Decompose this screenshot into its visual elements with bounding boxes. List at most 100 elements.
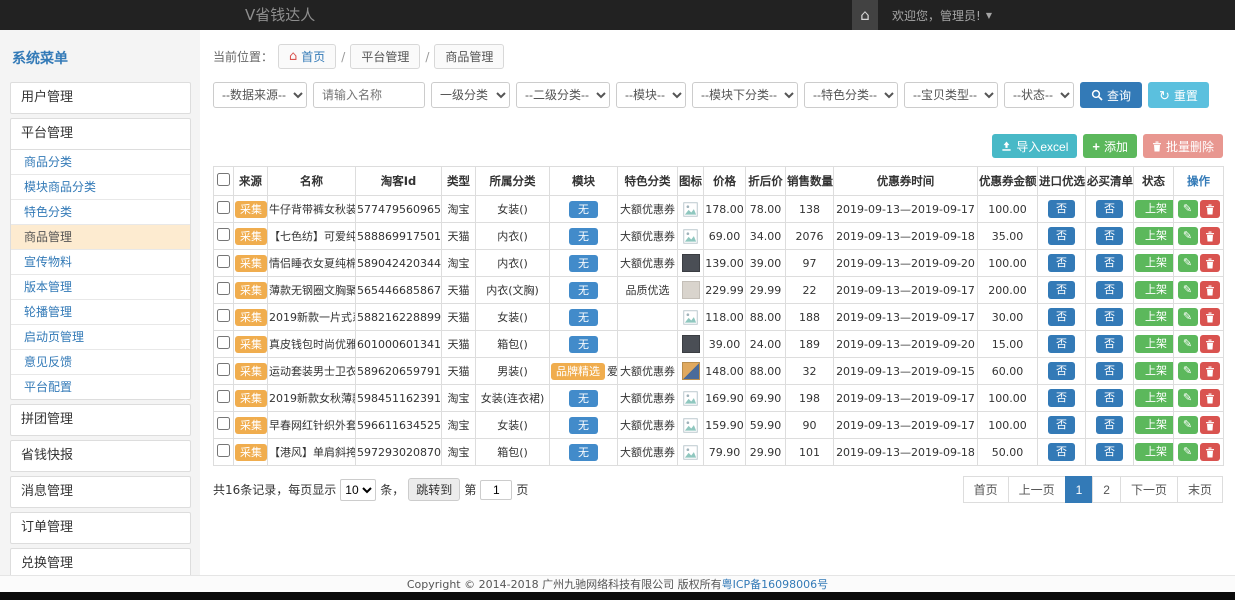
edit-button[interactable]: ✎ — [1178, 443, 1198, 461]
delete-button[interactable] — [1200, 281, 1220, 299]
edit-button[interactable]: ✎ — [1178, 362, 1198, 380]
must-buy-toggle-button[interactable]: 否 — [1096, 227, 1123, 245]
status-button[interactable]: 上架 — [1135, 281, 1174, 299]
delete-button[interactable] — [1200, 443, 1220, 461]
import-excel-button[interactable]: 导入excel — [992, 134, 1077, 158]
module-select[interactable]: --模块-- — [616, 82, 686, 108]
pager-button[interactable]: 下一页 — [1120, 476, 1178, 503]
edit-button[interactable]: ✎ — [1178, 200, 1198, 218]
must-buy-toggle-button[interactable]: 否 — [1096, 335, 1123, 353]
sidebar-item[interactable]: 消息管理 — [11, 477, 190, 507]
sidebar-item[interactable]: 拼团管理 — [11, 405, 190, 435]
must-buy-toggle-button[interactable]: 否 — [1096, 416, 1123, 434]
pager-button[interactable]: 2 — [1092, 476, 1121, 503]
reset-button[interactable]: ↻重置 — [1148, 82, 1209, 108]
per-page-select[interactable]: 10 — [340, 479, 376, 501]
row-checkbox[interactable] — [217, 417, 230, 430]
home-button[interactable]: ⌂ — [852, 0, 878, 30]
must-buy-toggle-button[interactable]: 否 — [1096, 200, 1123, 218]
sidebar-item[interactable]: 用户管理 — [11, 83, 190, 113]
row-checkbox[interactable] — [217, 228, 230, 241]
module-sub-category-select[interactable]: --模块下分类-- — [692, 82, 798, 108]
imported-toggle-button[interactable]: 否 — [1048, 254, 1075, 272]
sidebar-subitem[interactable]: 轮播管理 — [11, 300, 190, 325]
row-checkbox[interactable] — [217, 444, 230, 457]
delete-button[interactable] — [1200, 254, 1220, 272]
imported-toggle-button[interactable]: 否 — [1048, 335, 1075, 353]
must-buy-toggle-button[interactable]: 否 — [1096, 443, 1123, 461]
status-select[interactable]: --状态-- — [1004, 82, 1074, 108]
sidebar-subitem[interactable]: 商品管理 — [11, 225, 190, 250]
imported-toggle-button[interactable]: 否 — [1048, 308, 1075, 326]
pager-button[interactable]: 1 — [1065, 476, 1094, 503]
row-checkbox[interactable] — [217, 363, 230, 376]
edit-button[interactable]: ✎ — [1178, 281, 1198, 299]
data-source-select[interactable]: --数据来源-- — [213, 82, 307, 108]
sidebar-subitem[interactable]: 商品分类 — [11, 150, 190, 175]
status-button[interactable]: 上架 — [1135, 443, 1174, 461]
search-button[interactable]: 查询 — [1080, 82, 1142, 108]
row-checkbox[interactable] — [217, 282, 230, 295]
name-input[interactable] — [313, 82, 425, 108]
imported-toggle-button[interactable]: 否 — [1048, 200, 1075, 218]
sidebar-item[interactable]: 订单管理 — [11, 513, 190, 543]
item-type-select[interactable]: --宝贝类型-- — [904, 82, 998, 108]
user-menu[interactable]: 欢迎您，管理员! ▼ — [892, 7, 992, 24]
breadcrumb-item-home[interactable]: ⌂ 首页 — [278, 44, 336, 69]
row-checkbox[interactable] — [217, 255, 230, 268]
row-checkbox[interactable] — [217, 336, 230, 349]
must-buy-toggle-button[interactable]: 否 — [1096, 308, 1123, 326]
icp-link[interactable]: 粤ICP备16098006号 — [722, 576, 829, 592]
sidebar-item[interactable]: 兑换管理 — [11, 549, 190, 575]
batch-delete-button[interactable]: 批量删除 — [1143, 134, 1223, 158]
row-checkbox[interactable] — [217, 201, 230, 214]
edit-button[interactable]: ✎ — [1178, 389, 1198, 407]
select-all-checkbox[interactable] — [217, 173, 230, 186]
sidebar-subitem[interactable]: 宣传物料 — [11, 250, 190, 275]
pager-button[interactable]: 上一页 — [1008, 476, 1066, 503]
delete-button[interactable] — [1200, 362, 1220, 380]
status-button[interactable]: 上架 — [1135, 362, 1174, 380]
imported-toggle-button[interactable]: 否 — [1048, 443, 1075, 461]
edit-button[interactable]: ✎ — [1178, 254, 1198, 272]
delete-button[interactable] — [1200, 308, 1220, 326]
edit-button[interactable]: ✎ — [1178, 416, 1198, 434]
status-button[interactable]: 上架 — [1135, 227, 1174, 245]
sidebar-subitem[interactable]: 特色分类 — [11, 200, 190, 225]
must-buy-toggle-button[interactable]: 否 — [1096, 389, 1123, 407]
must-buy-toggle-button[interactable]: 否 — [1096, 281, 1123, 299]
must-buy-toggle-button[interactable]: 否 — [1096, 362, 1123, 380]
sidebar-subitem[interactable]: 版本管理 — [11, 275, 190, 300]
status-button[interactable]: 上架 — [1135, 335, 1174, 353]
jump-button[interactable]: 跳转到 — [408, 478, 460, 501]
breadcrumb-item-platform[interactable]: 平台管理 — [350, 44, 420, 69]
feature-category-select[interactable]: --特色分类-- — [804, 82, 898, 108]
add-button[interactable]: + 添加 — [1083, 134, 1137, 158]
imported-toggle-button[interactable]: 否 — [1048, 281, 1075, 299]
status-button[interactable]: 上架 — [1135, 308, 1174, 326]
sidebar-subitem[interactable]: 模块商品分类 — [11, 175, 190, 200]
page-number-input[interactable] — [480, 480, 512, 500]
imported-toggle-button[interactable]: 否 — [1048, 227, 1075, 245]
sidebar-subitem[interactable]: 平台配置 — [11, 375, 190, 399]
edit-button[interactable]: ✎ — [1178, 227, 1198, 245]
status-button[interactable]: 上架 — [1135, 254, 1174, 272]
must-buy-toggle-button[interactable]: 否 — [1096, 254, 1123, 272]
pager-button[interactable]: 首页 — [963, 476, 1009, 503]
level2-category-select[interactable]: --二级分类-- — [516, 82, 610, 108]
imported-toggle-button[interactable]: 否 — [1048, 362, 1075, 380]
status-button[interactable]: 上架 — [1135, 416, 1174, 434]
edit-button[interactable]: ✎ — [1178, 308, 1198, 326]
row-checkbox[interactable] — [217, 390, 230, 403]
sidebar-subitem[interactable]: 启动页管理 — [11, 325, 190, 350]
sidebar-subitem[interactable]: 意见反馈 — [11, 350, 190, 375]
row-checkbox[interactable] — [217, 309, 230, 322]
status-button[interactable]: 上架 — [1135, 200, 1174, 218]
level1-category-select[interactable]: 一级分类 — [431, 82, 510, 108]
delete-button[interactable] — [1200, 200, 1220, 218]
imported-toggle-button[interactable]: 否 — [1048, 416, 1075, 434]
delete-button[interactable] — [1200, 335, 1220, 353]
delete-button[interactable] — [1200, 227, 1220, 245]
imported-toggle-button[interactable]: 否 — [1048, 389, 1075, 407]
sidebar-item[interactable]: 平台管理 — [11, 119, 190, 149]
